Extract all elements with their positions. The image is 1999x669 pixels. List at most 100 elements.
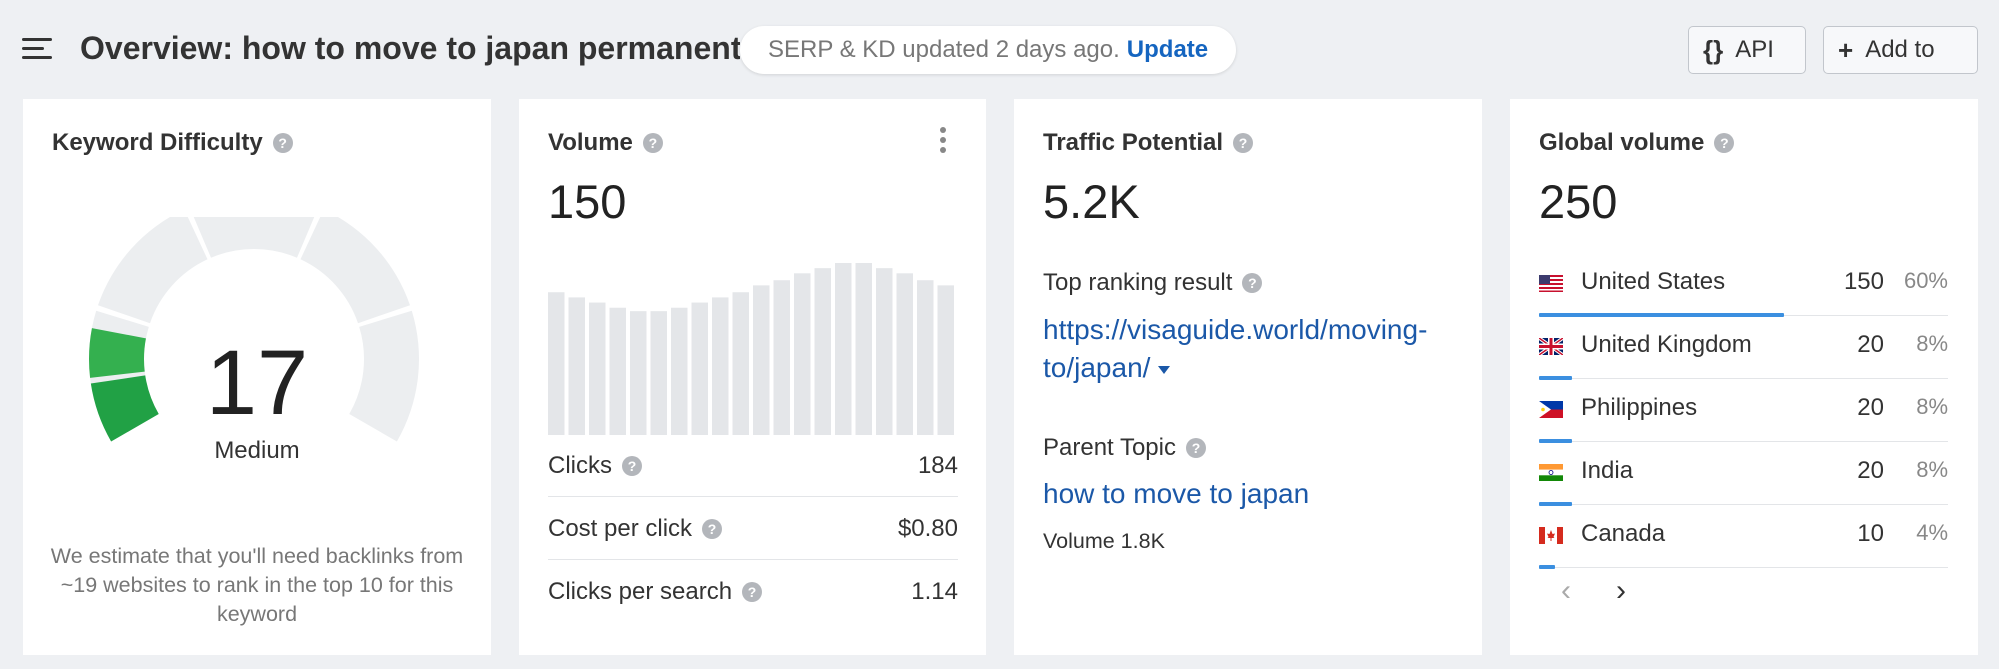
- serp-update-notice: SERP & KD updated 2 days ago. Update: [740, 26, 1237, 74]
- global-volume-value: 250: [1539, 175, 1618, 228]
- country-volume: 20: [1857, 331, 1884, 358]
- country-volume: 20: [1857, 394, 1884, 421]
- country-volume: 20: [1857, 457, 1884, 484]
- chevron-left-icon[interactable]: ‹: [1561, 574, 1571, 608]
- country-percent: 8%: [1916, 331, 1948, 356]
- plus-icon: +: [1838, 34, 1854, 65]
- keyword-difficulty-card: Keyword Difficulty ? 17 Medium We estima…: [23, 99, 491, 655]
- volume-title: Volume: [548, 129, 633, 156]
- volume-bar: [732, 292, 749, 435]
- hamburger-menu-icon[interactable]: [22, 38, 52, 62]
- top-ranking-url[interactable]: https://visaguide.world/moving- to/japan…: [1043, 311, 1463, 387]
- metric-label: Cost per click: [548, 514, 693, 542]
- card-title: Volume ?: [548, 129, 663, 157]
- more-options-icon[interactable]: [940, 127, 948, 157]
- top-ranking-label: Top ranking result: [1043, 269, 1233, 296]
- api-button[interactable]: {} API: [1688, 26, 1806, 74]
- parent-topic-link[interactable]: how to move to japan: [1043, 478, 1309, 510]
- metric-label: Clicks per search: [548, 578, 733, 605]
- country-name: India: [1581, 457, 1634, 484]
- api-button-label: API: [1735, 36, 1774, 63]
- card-title: Traffic Potential ?: [1043, 129, 1254, 157]
- country-percent: 8%: [1916, 394, 1948, 419]
- traffic-potential-value: 5.2K: [1043, 175, 1140, 228]
- volume-bar: [896, 273, 913, 435]
- volume-bar: [589, 302, 606, 435]
- metric-value: 1.14: [911, 578, 958, 605]
- country-name: United Kingdom: [1581, 331, 1752, 358]
- clicks-row: Clicks? 184: [548, 435, 958, 497]
- volume-bar: [814, 268, 831, 435]
- difficulty-label: Medium: [214, 437, 300, 464]
- top-ranking-label-row: Top ranking result ?: [1043, 269, 1263, 297]
- volume-value: 150: [548, 175, 627, 228]
- volume-bar: [794, 273, 811, 435]
- parent-topic-label: Parent Topic: [1043, 434, 1176, 461]
- page-title: Overview: how to move to japan permanent…: [80, 30, 740, 66]
- help-icon[interactable]: ?: [1233, 133, 1254, 153]
- parent-topic-volume: Volume 1.8K: [1043, 529, 1165, 553]
- dropdown-caret-icon[interactable]: [1158, 365, 1171, 374]
- uk-flag-icon: [1539, 338, 1563, 355]
- ca-flag-icon: [1539, 527, 1563, 544]
- country-row[interactable]: United States 150 60%: [1539, 253, 1948, 317]
- traffic-potential-title: Traffic Potential: [1043, 129, 1224, 156]
- top-url-line1: https://visaguide.world/moving-: [1043, 314, 1428, 345]
- volume-bar: [568, 297, 585, 435]
- keyword-difficulty-title: Keyword Difficulty: [52, 129, 263, 156]
- clicks-per-search-row: Clicks per search? 1.14: [548, 561, 958, 623]
- top-url-line2: to/japan/: [1043, 352, 1151, 383]
- volume-bar: [650, 311, 667, 435]
- help-icon[interactable]: ?: [642, 133, 663, 153]
- ph-flag-icon: [1539, 401, 1563, 418]
- update-link[interactable]: Update: [1127, 36, 1208, 64]
- card-title: Global volume ?: [1539, 129, 1735, 157]
- country-row[interactable]: Philippines 20 8%: [1539, 379, 1948, 443]
- difficulty-note: We estimate that you'll need backlinks f…: [50, 544, 464, 626]
- metric-label: Clicks: [548, 451, 612, 479]
- volume-card: Volume ? 150 Clicks? 184 Cost per click?…: [519, 99, 986, 655]
- country-row[interactable]: India 20 8%: [1539, 442, 1948, 506]
- volume-bar: [773, 280, 790, 435]
- add-to-button[interactable]: + Add to: [1823, 26, 1978, 74]
- volume-trend-chart: [548, 263, 954, 435]
- gauge-track-segment: [193, 217, 315, 258]
- country-name: Philippines: [1581, 394, 1698, 421]
- help-icon[interactable]: ?: [742, 582, 763, 602]
- help-icon[interactable]: ?: [272, 133, 293, 153]
- volume-bar: [712, 297, 729, 435]
- volume-bar: [630, 311, 647, 435]
- volume-bar: [691, 302, 708, 435]
- volume-bar: [855, 263, 872, 435]
- volume-bar: [876, 268, 893, 435]
- country-percent: 60%: [1903, 268, 1948, 293]
- volume-bar: [937, 285, 954, 435]
- metric-value: $0.80: [897, 514, 958, 542]
- country-volume: 10: [1857, 520, 1884, 547]
- curly-braces-icon: {}: [1703, 34, 1724, 65]
- global-volume-card: Global volume ? 250 United States 150 60…: [1510, 99, 1978, 655]
- country-percent: 4%: [1916, 520, 1948, 545]
- add-to-button-label: Add to: [1865, 36, 1935, 63]
- serp-notice-text: SERP & KD updated 2 days ago.: [768, 36, 1120, 63]
- help-icon[interactable]: ?: [1714, 133, 1735, 153]
- volume-bar: [835, 263, 852, 435]
- gauge-track-segment: [97, 217, 208, 324]
- volume-bar: [609, 307, 626, 435]
- volume-bar: [671, 307, 688, 435]
- help-icon[interactable]: ?: [1185, 438, 1206, 458]
- header-bar: Overview: how to move to japan permanent…: [0, 0, 1999, 100]
- country-row[interactable]: United Kingdom 20 8%: [1539, 316, 1948, 380]
- card-title: Keyword Difficulty ?: [52, 129, 293, 157]
- global-volume-title: Global volume: [1539, 129, 1705, 156]
- help-icon[interactable]: ?: [1242, 273, 1263, 293]
- difficulty-value: 17: [205, 332, 309, 434]
- help-icon[interactable]: ?: [622, 455, 642, 476]
- chevron-right-icon[interactable]: ›: [1616, 574, 1626, 608]
- volume-bar: [548, 292, 565, 435]
- in-flag-icon: [1539, 464, 1563, 481]
- country-share-bar: [1539, 565, 1555, 569]
- country-row[interactable]: Canada 10 4%: [1539, 505, 1948, 569]
- country-percent: 8%: [1916, 457, 1948, 482]
- help-icon[interactable]: ?: [702, 518, 723, 539]
